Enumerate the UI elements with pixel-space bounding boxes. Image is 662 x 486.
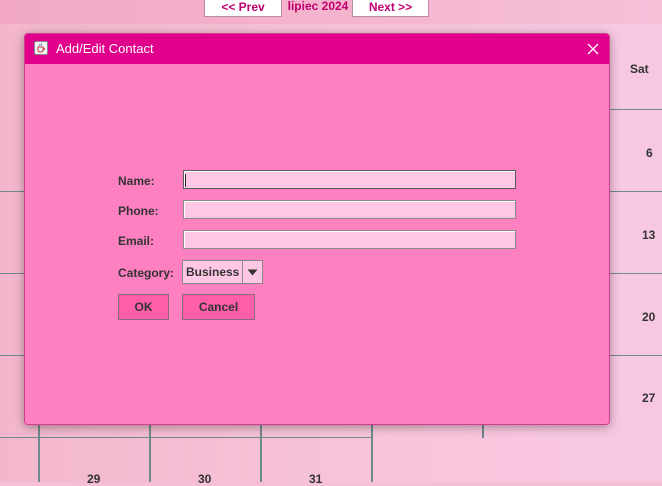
category-selected-value: Business bbox=[186, 265, 240, 279]
java-cup-icon bbox=[34, 41, 48, 55]
text-caret bbox=[185, 174, 186, 187]
day-cell-number[interactable]: 31 bbox=[309, 472, 322, 486]
day-cell-number[interactable]: 20 bbox=[642, 310, 655, 324]
day-cell-number[interactable]: 29 bbox=[87, 472, 100, 486]
email-label: Email: bbox=[118, 234, 155, 248]
grid-line bbox=[371, 425, 373, 482]
day-cell-number[interactable]: 27 bbox=[642, 391, 655, 405]
chevron-down-icon bbox=[247, 269, 258, 276]
category-dropdown-button[interactable] bbox=[242, 261, 262, 283]
weekday-header-sat: Sat bbox=[630, 62, 649, 76]
grid-line bbox=[0, 437, 373, 438]
next-month-button[interactable]: Next >> bbox=[352, 0, 429, 17]
name-field[interactable] bbox=[183, 170, 516, 189]
ok-button[interactable]: OK bbox=[118, 294, 169, 320]
grid-line bbox=[610, 109, 662, 110]
phone-field[interactable] bbox=[183, 200, 516, 219]
grid-line bbox=[0, 355, 24, 356]
grid-line bbox=[610, 273, 662, 274]
grid-line bbox=[0, 191, 24, 192]
grid-line bbox=[260, 425, 262, 482]
day-cell-number[interactable]: 6 bbox=[646, 146, 653, 160]
phone-label: Phone: bbox=[118, 204, 159, 218]
dialog-title: Add/Edit Contact bbox=[56, 41, 154, 56]
close-button[interactable] bbox=[577, 34, 609, 64]
category-label: Category: bbox=[118, 266, 175, 280]
category-select[interactable]: Business bbox=[182, 260, 263, 284]
grid-line bbox=[38, 425, 40, 482]
email-field[interactable] bbox=[183, 230, 516, 249]
cancel-button[interactable]: Cancel bbox=[182, 294, 255, 320]
grid-line bbox=[610, 191, 662, 192]
add-edit-contact-dialog: Add/Edit Contact Name: Phone: Email: Cat… bbox=[24, 33, 610, 425]
grid-line bbox=[0, 273, 24, 274]
name-label: Name: bbox=[118, 174, 155, 188]
grid-line bbox=[149, 425, 151, 482]
day-cell-number[interactable]: 13 bbox=[642, 228, 655, 242]
prev-month-button[interactable]: << Prev bbox=[204, 0, 282, 17]
dialog-titlebar[interactable]: Add/Edit Contact bbox=[25, 34, 609, 64]
grid-line bbox=[610, 355, 662, 356]
close-icon bbox=[587, 43, 599, 55]
day-cell-number[interactable]: 30 bbox=[198, 472, 211, 486]
grid-line bbox=[482, 425, 484, 438]
month-label: lipiec 2024 bbox=[287, 0, 349, 13]
